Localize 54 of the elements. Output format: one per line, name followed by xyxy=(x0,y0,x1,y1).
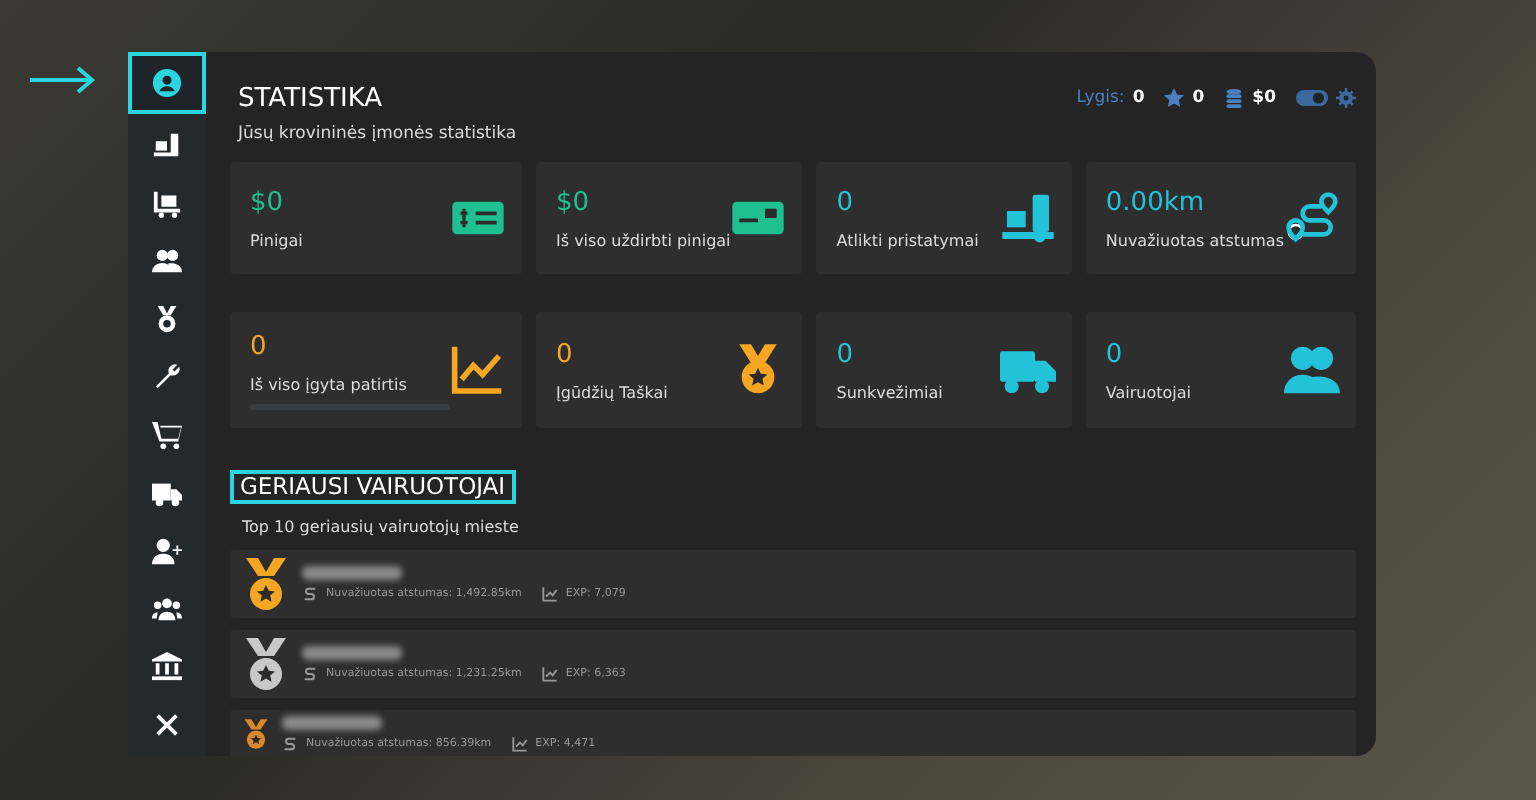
route-icon xyxy=(1284,190,1340,246)
users-icon xyxy=(1284,342,1340,398)
chart-icon xyxy=(511,736,528,752)
route-icon xyxy=(302,586,318,602)
user-plus-icon xyxy=(152,535,182,565)
stat-value: 0 xyxy=(836,187,856,217)
stat-value: 0 xyxy=(1105,339,1125,369)
toggle-icon[interactable] xyxy=(1296,90,1328,106)
stat-label: Atlikti pristatymai xyxy=(836,231,979,249)
stat-value: $0 xyxy=(250,187,286,217)
redacted-name xyxy=(302,646,402,660)
cart-icon xyxy=(152,419,182,449)
redacted-name xyxy=(282,716,382,730)
section-subtitle: Top 10 geriausių vairuotojų mieste xyxy=(242,518,521,536)
stat-label: Iš viso uždirbti pinigai xyxy=(556,231,731,249)
stat-value: 0 xyxy=(836,339,856,369)
route-icon xyxy=(302,666,318,682)
settings-icon[interactable] xyxy=(1336,88,1356,108)
coins-icon xyxy=(1224,88,1245,108)
level-value: 0 xyxy=(1132,88,1145,108)
dolly-icon xyxy=(999,190,1056,246)
stat-value: $0 xyxy=(556,187,592,217)
stat-label: Sunkvežimiai xyxy=(836,383,943,401)
stat-value: 0 xyxy=(250,331,269,361)
level-label: Lygis: xyxy=(1076,88,1125,108)
chart-icon xyxy=(450,342,506,398)
chart-icon xyxy=(541,586,558,602)
sidebar-button[interactable] xyxy=(128,52,206,114)
stat-label: Vairuotojai xyxy=(1105,383,1191,401)
stat-value: 0.00km xyxy=(1105,187,1207,217)
group-icon xyxy=(152,593,182,623)
route-icon xyxy=(282,736,298,752)
annotation-arrow xyxy=(28,66,96,94)
stars-value: 0 xyxy=(1192,88,1205,108)
money-value: $0 xyxy=(1252,88,1276,108)
section-title: GERIAUSI VAIRUOTOJAI xyxy=(230,470,516,504)
bank-icon xyxy=(152,651,182,681)
medal-icon xyxy=(152,303,182,333)
cart-box-icon xyxy=(152,187,182,217)
redacted-name xyxy=(302,566,402,580)
wrench-icon xyxy=(152,361,182,391)
dolly-icon xyxy=(152,129,182,159)
page-subtitle: Jūsų krovininės įmonės statistika xyxy=(238,124,517,144)
stat-label: Iš viso įgyta patirtis xyxy=(250,375,409,393)
stat-label: Nuvažiuotas atstumas xyxy=(1105,231,1284,249)
star-icon xyxy=(1164,88,1185,108)
stat-value: 0 xyxy=(556,339,575,369)
users-icon xyxy=(152,245,182,275)
stat-label: Pinigai xyxy=(250,231,303,249)
user-icon xyxy=(152,68,182,98)
chart-icon xyxy=(541,666,558,682)
close-icon xyxy=(152,709,182,739)
page-title: STATISTIKA xyxy=(238,84,385,114)
stat-label: Įgūdžių Taškai xyxy=(556,383,668,401)
